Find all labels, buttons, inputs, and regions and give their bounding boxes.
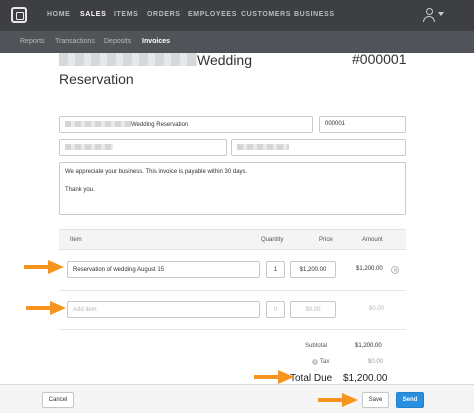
total-due-label: Total Due (290, 373, 333, 384)
annotation-arrow-icon (26, 301, 66, 315)
row-divider (59, 329, 406, 330)
user-account-icon[interactable] (423, 8, 435, 22)
total-due-value: $1,200.00 (343, 373, 388, 384)
chevron-down-icon[interactable] (438, 12, 444, 16)
message-line-1: We appreciate your business. This invoic… (65, 169, 248, 175)
header-item: Item (70, 237, 82, 243)
annotation-arrow-icon (24, 260, 64, 274)
redacted-email-text (65, 144, 113, 150)
message-line-2: Thank you. (65, 187, 95, 193)
header-quantity: Quantity (261, 237, 284, 243)
square-logo-icon[interactable] (11, 7, 27, 23)
header-amount: Amount (362, 237, 383, 243)
line-item-quantity-input[interactable]: 1 (266, 261, 285, 278)
invoice-title: Wedding Reservation (59, 51, 319, 89)
customer-cc-field[interactable] (231, 139, 406, 156)
new-item-quantity-value: 0 (273, 307, 278, 313)
add-item-input[interactable]: Add item (67, 301, 260, 318)
cancel-button[interactable]: Cancel (42, 392, 74, 408)
line-item-name-input[interactable]: Reservation of wedding August 15 (67, 261, 260, 278)
nav-business[interactable]: BUSINESS (294, 11, 335, 18)
invoice-message-textarea[interactable]: We appreciate your business. This invoic… (59, 162, 406, 215)
subtotal-label: Subtotal (305, 343, 328, 349)
line-item-quantity-value: 1 (273, 267, 278, 273)
invoice-number: #000001 (352, 51, 407, 67)
tax-value: $0.00 (368, 359, 384, 365)
nav-home[interactable]: HOME (47, 11, 70, 18)
info-icon[interactable]: i (312, 359, 318, 365)
invoice-title-suffix: Wedding (197, 52, 253, 68)
remove-line-item-icon[interactable] (391, 266, 399, 274)
line-item-price-value: $1,200.00 (299, 267, 327, 273)
annotation-arrow-icon (318, 393, 358, 407)
action-footer: Cancel Save Send (0, 384, 474, 413)
row-divider (59, 290, 406, 291)
add-item-placeholder: Add item (73, 307, 97, 313)
redacted-cc-text (237, 144, 289, 150)
tax-label-wrap: i Tax (312, 359, 329, 365)
subtotal-value: $1,200.00 (355, 343, 382, 349)
line-items-header: Item Quantity Price Amount (59, 229, 406, 250)
invoice-title-field-value: Wedding Reservation (131, 122, 189, 128)
invoice-number-field-value: 000001 (325, 121, 346, 127)
invoice-title-field[interactable]: Wedding Reservation (59, 116, 313, 133)
send-button[interactable]: Send (396, 392, 424, 408)
nav-sales[interactable]: SALES (80, 11, 106, 18)
sub-navigation-bar: Reports Transactions Deposits Invoices (0, 31, 474, 53)
line-item-price-input[interactable]: $1,200.00 (290, 261, 336, 278)
new-item-price-input[interactable]: $0.00 (290, 301, 336, 318)
invoice-number-field[interactable]: 000001 (319, 116, 406, 133)
save-button[interactable]: Save (362, 392, 389, 408)
top-navigation-bar: HOME SALES ITEMS ORDERS EMPLOYEES CUSTOM… (0, 0, 474, 31)
nav-employees[interactable]: EMPLOYEES (188, 11, 237, 18)
subnav-transactions[interactable]: Transactions (55, 38, 95, 45)
redacted-customer-name (59, 53, 197, 66)
new-item-price-value: $0.00 (305, 307, 321, 313)
line-item-amount: $1,200.00 (356, 266, 383, 272)
subnav-reports[interactable]: Reports (20, 38, 45, 45)
subnav-deposits[interactable]: Deposits (104, 38, 131, 45)
invoice-title-line2: Reservation (59, 71, 134, 87)
new-item-amount: $0.00 (369, 306, 385, 312)
nav-orders[interactable]: ORDERS (147, 11, 181, 18)
redacted-name-text (65, 121, 131, 127)
tax-label: Tax (320, 359, 330, 365)
new-item-quantity-input[interactable]: 0 (266, 301, 285, 318)
customer-email-field[interactable] (59, 139, 227, 156)
nav-customers[interactable]: CUSTOMERS (241, 11, 291, 18)
nav-items[interactable]: ITEMS (114, 11, 138, 18)
line-item-name-value: Reservation of wedding August 15 (73, 267, 165, 273)
subnav-invoices[interactable]: Invoices (142, 38, 170, 45)
header-price: Price (319, 237, 333, 243)
annotation-arrow-icon (254, 370, 294, 384)
